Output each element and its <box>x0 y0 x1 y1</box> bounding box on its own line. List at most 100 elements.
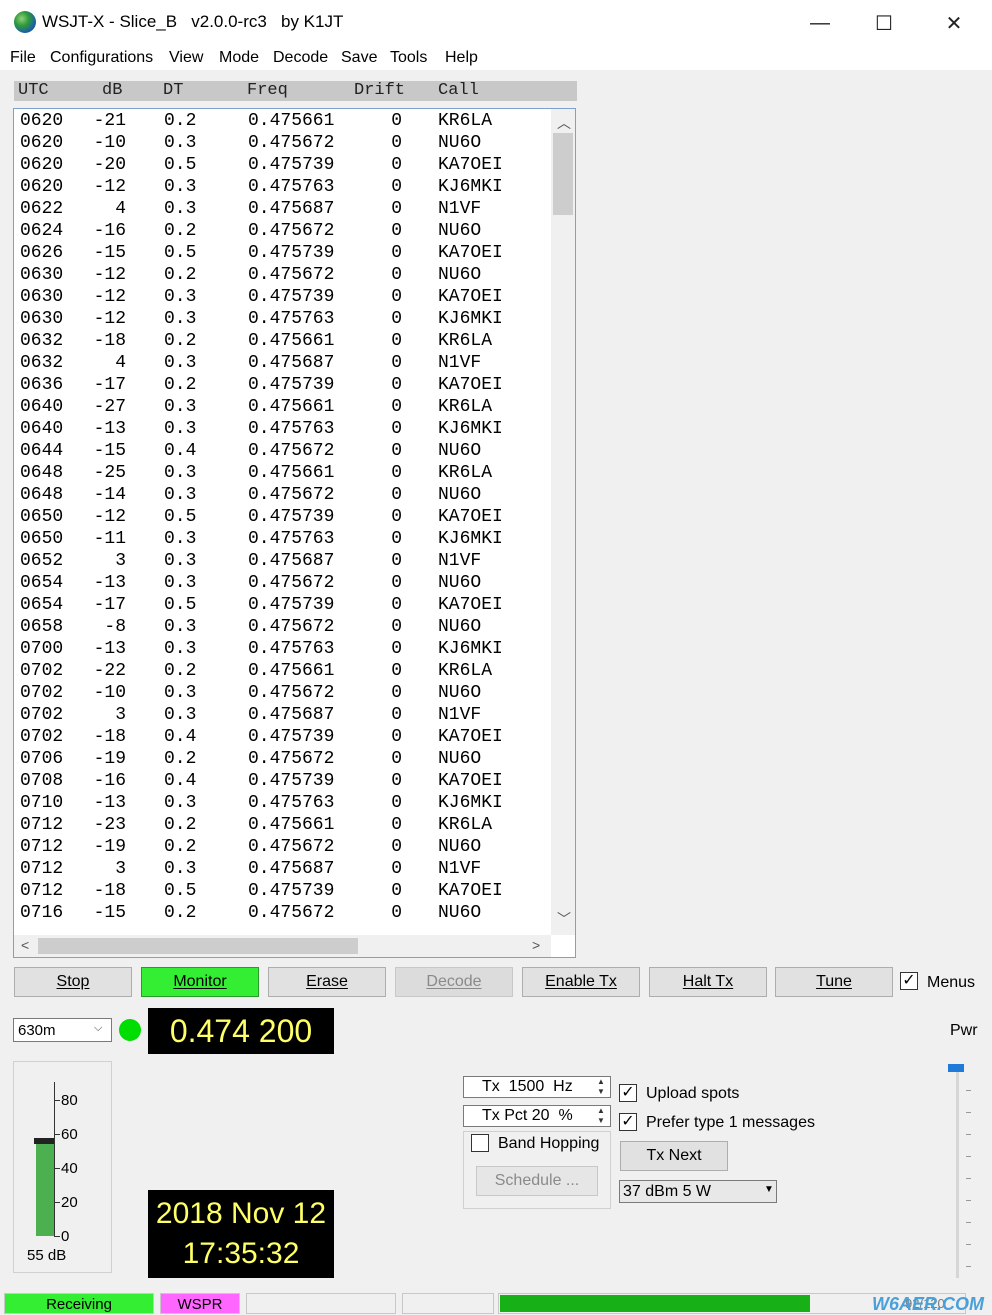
schedule-button[interactable]: Schedule ... <box>476 1166 598 1196</box>
menu-tools[interactable]: Tools <box>390 49 427 67</box>
menu-configurations[interactable]: Configurations <box>50 49 153 67</box>
decode-row[interactable]: 0648 -14 0.3 0.475672 0 NU6O <box>14 485 554 507</box>
decode-row[interactable]: 0654 -13 0.3 0.475672 0 NU6O <box>14 573 554 595</box>
row-db: -12 <box>93 507 126 527</box>
upload-spots-checkbox[interactable]: ✓ <box>619 1084 637 1102</box>
stop-button[interactable]: Stop <box>14 967 132 997</box>
row-drift: 0 <box>391 749 402 769</box>
menu-decode[interactable]: Decode <box>273 49 328 67</box>
vertical-scrollbar[interactable]: ︿ ﹀ <box>551 109 575 935</box>
close-button[interactable]: ✕ <box>920 0 988 46</box>
menu-file[interactable]: File <box>10 49 36 67</box>
enable-tx-button[interactable]: Enable Tx <box>522 967 640 997</box>
row-dt: 0.2 <box>164 221 197 241</box>
tx-power-select[interactable]: 37 dBm 5 W <box>619 1180 777 1203</box>
decode-row[interactable]: 0702 -22 0.2 0.475661 0 KR6LA <box>14 661 554 683</box>
row-dt: 0.5 <box>164 243 197 263</box>
decode-row[interactable]: 0652 3 0.3 0.475687 0 N1VF <box>14 551 554 573</box>
band-hopping-checkbox[interactable] <box>471 1134 489 1152</box>
decode-row[interactable]: 0636 -17 0.2 0.475739 0 KA7OEI <box>14 375 554 397</box>
decode-row[interactable]: 0630 -12 0.2 0.475672 0 NU6O <box>14 265 554 287</box>
menu-view[interactable]: View <box>169 49 203 67</box>
menus-checkbox[interactable]: ✓ <box>900 972 918 990</box>
decode-row[interactable]: 0712 -23 0.2 0.475661 0 KR6LA <box>14 815 554 837</box>
decode-row[interactable]: 0630 -12 0.3 0.475763 0 KJ6MKI <box>14 309 554 331</box>
decode-row[interactable]: 0712 -19 0.2 0.475672 0 NU6O <box>14 837 554 859</box>
decode-row[interactable]: 0648 -25 0.3 0.475661 0 KR6LA <box>14 463 554 485</box>
scroll-up-icon[interactable]: ︿ <box>557 113 571 133</box>
decode-row[interactable]: 0640 -13 0.3 0.475763 0 KJ6MKI <box>14 419 554 441</box>
decode-row[interactable]: 0632 4 0.3 0.475687 0 N1VF <box>14 353 554 375</box>
chevron-down-icon[interactable]: ⌵ <box>94 1022 102 1035</box>
tx-frequency-spinbox[interactable]: Tx 1500 Hz <box>463 1076 611 1098</box>
spin-arrows-icon[interactable]: ▲ ▼ <box>593 1106 609 1126</box>
power-slider-handle[interactable] <box>948 1064 964 1072</box>
scroll-right-icon[interactable]: > <box>532 937 540 953</box>
minimize-button[interactable]: — <box>786 0 854 46</box>
power-slider-track[interactable] <box>956 1068 959 1278</box>
chevron-down-icon[interactable]: ▼ <box>764 1184 774 1195</box>
decode-row[interactable]: 0632 -18 0.2 0.475661 0 KR6LA <box>14 331 554 353</box>
decode-list[interactable]: 0620 -21 0.2 0.475661 0 KR6LA 0620 -10 0.3 0.4756… <box>13 108 576 958</box>
row-freq: 0.475687 <box>248 551 335 571</box>
decode-row[interactable]: 0620 -12 0.3 0.475763 0 KJ6MKI <box>14 177 554 199</box>
menu-help[interactable]: Help <box>445 49 478 67</box>
row-db: -12 <box>93 309 126 329</box>
row-utc: 0626 <box>20 243 64 263</box>
scroll-down-icon[interactable]: ﹀ <box>557 909 571 929</box>
decode-row[interactable]: 0654 -17 0.5 0.475739 0 KA7OEI <box>14 595 554 617</box>
decode-row[interactable]: 0702 3 0.3 0.475687 0 N1VF <box>14 705 554 727</box>
decode-row[interactable]: 0644 -15 0.4 0.475672 0 NU6O <box>14 441 554 463</box>
decode-row[interactable]: 0626 -15 0.5 0.475739 0 KA7OEI <box>14 243 554 265</box>
decode-row[interactable]: 0650 -12 0.5 0.475739 0 KA7OEI <box>14 507 554 529</box>
vertical-scroll-thumb[interactable] <box>553 133 573 215</box>
decode-row[interactable]: 0706 -19 0.2 0.475672 0 NU6O <box>14 749 554 771</box>
row-db: -18 <box>93 727 126 747</box>
meter-tick <box>54 1100 60 1101</box>
halt-tx-button[interactable]: Halt Tx <box>649 967 767 997</box>
decode-row[interactable]: 0702 -18 0.4 0.475739 0 KA7OEI <box>14 727 554 749</box>
decode-row[interactable]: 0712 3 0.3 0.475687 0 N1VF <box>14 859 554 881</box>
row-drift: 0 <box>391 507 402 527</box>
horizontal-scrollbar[interactable]: < > <box>14 935 551 957</box>
slider-tick <box>966 1266 971 1267</box>
decode-row[interactable]: 0710 -13 0.3 0.475763 0 KJ6MKI <box>14 793 554 815</box>
decode-row[interactable]: 0620 -20 0.5 0.475739 0 KA7OEI <box>14 155 554 177</box>
row-drift: 0 <box>391 155 402 175</box>
decode-row[interactable]: 0620 -21 0.2 0.475661 0 KR6LA <box>14 111 554 133</box>
row-dt: 0.3 <box>164 639 197 659</box>
row-utc: 0630 <box>20 309 64 329</box>
decode-row[interactable]: 0650 -11 0.3 0.475763 0 KJ6MKI <box>14 529 554 551</box>
decode-row[interactable]: 0716 -15 0.2 0.475672 0 NU6O <box>14 903 554 925</box>
decode-row[interactable]: 0700 -13 0.3 0.475763 0 KJ6MKI <box>14 639 554 661</box>
erase-button[interactable]: Erase <box>268 967 386 997</box>
prefer-type1-checkbox[interactable]: ✓ <box>619 1113 637 1131</box>
row-freq: 0.475672 <box>248 441 335 461</box>
row-utc: 0620 <box>20 133 64 153</box>
spin-arrows-icon[interactable]: ▲ ▼ <box>593 1077 609 1097</box>
row-freq: 0.475672 <box>248 265 335 285</box>
decode-button[interactable]: Decode <box>395 967 513 997</box>
decode-row[interactable]: 0622 4 0.3 0.475687 0 N1VF <box>14 199 554 221</box>
decode-row[interactable]: 0702 -10 0.3 0.475672 0 NU6O <box>14 683 554 705</box>
menu-save[interactable]: Save <box>341 49 377 67</box>
decode-row[interactable]: 0630 -12 0.3 0.475739 0 KA7OEI <box>14 287 554 309</box>
scroll-left-icon[interactable]: < <box>21 937 29 953</box>
tune-button[interactable]: Tune <box>775 967 893 997</box>
decode-row[interactable]: 0712 -18 0.5 0.475739 0 KA7OEI <box>14 881 554 903</box>
row-dt: 0.4 <box>164 771 197 791</box>
row-dt: 0.2 <box>164 265 197 285</box>
slider-tick <box>966 1178 971 1179</box>
tx-next-button[interactable]: Tx Next <box>620 1141 728 1171</box>
horizontal-scroll-thumb[interactable] <box>38 938 358 954</box>
row-call: KA7OEI <box>438 595 503 615</box>
menu-mode[interactable]: Mode <box>219 49 259 67</box>
maximize-button[interactable]: ☐ <box>850 0 918 46</box>
tx-pct-spinbox[interactable]: Tx Pct 20 % <box>463 1105 611 1127</box>
decode-row[interactable]: 0624 -16 0.2 0.475672 0 NU6O <box>14 221 554 243</box>
decode-row[interactable]: 0658 -8 0.3 0.475672 0 NU6O <box>14 617 554 639</box>
decode-row[interactable]: 0620 -10 0.3 0.475672 0 NU6O <box>14 133 554 155</box>
decode-row[interactable]: 0640 -27 0.3 0.475661 0 KR6LA <box>14 397 554 419</box>
monitor-button[interactable]: Monitor <box>141 967 259 997</box>
decode-row[interactable]: 0708 -16 0.4 0.475739 0 KA7OEI <box>14 771 554 793</box>
